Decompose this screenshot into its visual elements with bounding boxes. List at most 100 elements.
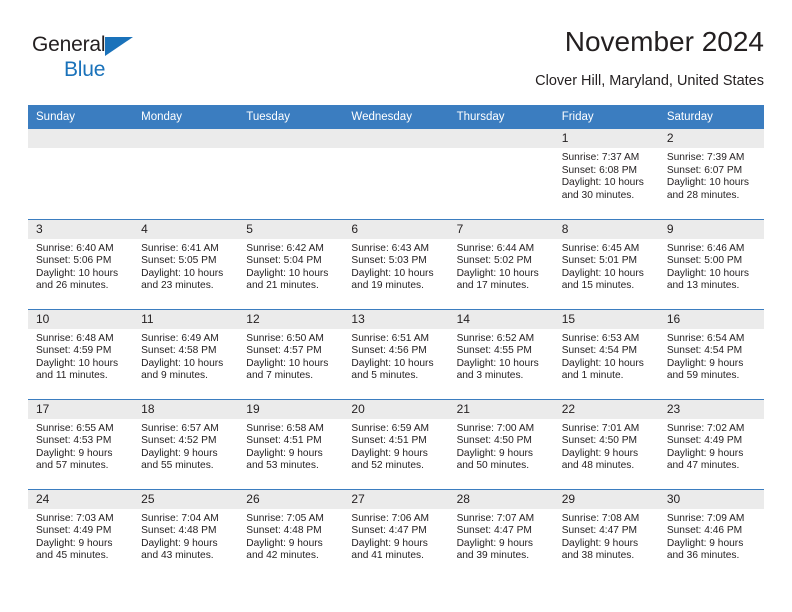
sunset-time: Sunset: 5:05 PM [141,255,217,267]
calendar-day-cell[interactable]: 3 Sunrise: 6:40 AM Sunset: 5:06 PM Daylight… [28,218,134,309]
day-number: 25 [133,489,239,509]
calendar-cell-empty [133,129,239,219]
day-sun-info: Sunrise: 7:09 AM Sunset: 4:46 PM Daylight:… [659,509,764,563]
daylight-duration: Daylight: 10 hours and 19 minutes. [351,267,434,292]
sunset-time: Sunset: 4:54 PM [666,345,743,357]
calendar-day-cell[interactable]: 20 Sunrise: 6:59 AM Sunset: 4:51 PM Dayligh… [343,398,449,489]
sunrise-time: Sunrise: 6:48 AM [36,332,114,344]
sunset-time: Sunset: 5:06 PM [36,255,112,267]
calendar-day-cell[interactable]: 18 Sunrise: 6:57 AM Sunset: 4:52 PM Dayligh… [133,398,239,489]
calendar-day-cell[interactable]: 14 Sunrise: 6:52 AM Sunset: 4:55 PM Dayligh… [448,308,554,399]
sunrise-time: Sunrise: 6:46 AM [666,242,745,254]
calendar-day-cell[interactable]: 29 Sunrise: 7:08 AM Sunset: 4:47 PM Dayligh… [553,488,659,579]
day-number: 3 [28,219,134,239]
calendar-day-cell[interactable]: 24 Sunrise: 7:03 AM Sunset: 4:49 PM Dayligh… [28,488,134,579]
weekday-header-tuesday: Tuesday [238,105,344,129]
day-number [343,129,449,148]
sunset-time: Sunset: 4:59 PM [36,345,112,357]
day-sun-info: Sunrise: 7:39 AM Sunset: 6:07 PM Daylight:… [659,148,764,202]
calendar-day-cell[interactable]: 22 Sunrise: 7:01 AM Sunset: 4:50 PM Dayligh… [553,398,659,489]
sunrise-sunset-calendar: Sunday Monday Tuesday Wednesday Thursday… [28,105,764,579]
weekday-header-thursday: Thursday [448,105,554,129]
calendar-day-cell[interactable]: 30 Sunrise: 7:09 AM Sunset: 4:46 PM Dayligh… [658,488,764,579]
day-number: 11 [133,309,239,329]
sunrise-time: Sunrise: 7:09 AM [666,512,745,524]
day-sun-info: Sunrise: 7:37 AM Sunset: 6:08 PM Daylight:… [554,148,659,202]
day-number: 24 [28,489,134,509]
calendar-day-cell[interactable]: 26 Sunrise: 7:05 AM Sunset: 4:48 PM Dayligh… [238,488,344,579]
day-sun-info: Sunrise: 7:03 AM Sunset: 4:49 PM Daylight:… [28,509,133,563]
day-sun-info: Sunrise: 6:59 AM Sunset: 4:51 PM Daylight:… [343,419,448,473]
calendar-day-cell[interactable]: 21 Sunrise: 7:00 AM Sunset: 4:50 PM Dayligh… [448,398,554,489]
calendar-day-cell[interactable]: 15 Sunrise: 6:53 AM Sunset: 4:54 PM Dayligh… [553,308,659,399]
calendar-day-cell[interactable]: 4 Sunrise: 6:41 AM Sunset: 5:05 PM Daylight… [133,218,239,309]
sunset-time: Sunset: 5:04 PM [246,255,322,267]
sunset-time: Sunset: 4:47 PM [351,525,427,537]
calendar-day-cell[interactable]: 16 Sunrise: 6:54 AM Sunset: 4:54 PM Dayligh… [658,308,764,399]
day-sun-info: Sunrise: 6:48 AM Sunset: 4:59 PM Daylight:… [28,329,133,383]
daylight-duration: Daylight: 10 hours and 1 minute. [561,357,644,382]
calendar-day-cell[interactable]: 8 Sunrise: 6:45 AM Sunset: 5:01 PM Daylight… [553,218,659,309]
calendar-day-cell[interactable]: 19 Sunrise: 6:58 AM Sunset: 4:51 PM Dayligh… [238,398,344,489]
sunset-time: Sunset: 5:02 PM [456,255,532,267]
sunrise-time: Sunrise: 6:54 AM [666,332,745,344]
daylight-duration: Daylight: 9 hours and 38 minutes. [561,537,639,562]
page-subtitle-location: Clover Hill, Maryland, United States [535,73,764,89]
calendar-day-cell[interactable]: 7 Sunrise: 6:44 AM Sunset: 5:02 PM Daylight… [448,218,554,309]
daylight-duration: Daylight: 10 hours and 13 minutes. [666,267,749,292]
calendar-day-cell[interactable]: 25 Sunrise: 7:04 AM Sunset: 4:48 PM Dayligh… [133,488,239,579]
calendar-day-cell[interactable]: 23 Sunrise: 7:02 AM Sunset: 4:49 PM Dayligh… [658,398,764,489]
day-number: 22 [553,399,659,419]
sunset-time: Sunset: 6:07 PM [666,164,743,176]
day-number: 6 [343,219,449,239]
calendar-day-cell[interactable]: 10 Sunrise: 6:48 AM Sunset: 4:59 PM Dayligh… [28,308,134,399]
daylight-duration: Daylight: 10 hours and 5 minutes. [351,357,434,382]
sunrise-time: Sunrise: 6:55 AM [36,422,114,434]
day-number: 16 [658,309,764,329]
calendar-body: 1 Sunrise: 7:37 AM Sunset: 6:08 PM Daylight… [28,129,764,579]
daylight-duration: Daylight: 9 hours and 39 minutes. [456,537,534,562]
day-sun-info: Sunrise: 6:50 AM Sunset: 4:57 PM Daylight:… [238,329,343,383]
day-number: 19 [238,399,344,419]
calendar-page: General Blue November 2024 Clover Hill, … [0,0,792,612]
calendar-week-row: 10 Sunrise: 6:48 AM Sunset: 4:59 PM Dayligh… [28,308,764,399]
sunset-time: Sunset: 4:55 PM [456,345,532,357]
calendar-day-cell[interactable]: 27 Sunrise: 7:06 AM Sunset: 4:47 PM Dayligh… [343,488,449,579]
sunrise-time: Sunrise: 6:50 AM [246,332,324,344]
generalblue-logo[interactable]: General Blue [32,34,144,82]
day-number: 15 [553,309,659,329]
calendar-day-cell[interactable]: 13 Sunrise: 6:51 AM Sunset: 4:56 PM Dayligh… [343,308,449,399]
weekday-header-sunday: Sunday [28,105,134,129]
calendar-day-cell[interactable]: 12 Sunrise: 6:50 AM Sunset: 4:57 PM Dayligh… [238,308,344,399]
calendar-day-cell[interactable]: 6 Sunrise: 6:43 AM Sunset: 5:03 PM Daylight… [343,218,449,309]
calendar-cell-empty [238,129,344,219]
calendar-day-cell[interactable]: 28 Sunrise: 7:07 AM Sunset: 4:47 PM Dayligh… [448,488,554,579]
sunset-time: Sunset: 6:08 PM [561,164,638,176]
day-sun-info: Sunrise: 6:58 AM Sunset: 4:51 PM Daylight:… [238,419,343,473]
day-number: 7 [448,219,554,239]
calendar-day-cell[interactable]: 9 Sunrise: 6:46 AM Sunset: 5:00 PM Daylight… [658,218,764,309]
day-number: 13 [343,309,449,329]
calendar-cell-empty [448,129,554,219]
sunrise-time: Sunrise: 6:42 AM [246,242,324,254]
logo-triangle-icon [105,37,133,56]
weekday-header-saturday: Saturday [658,105,764,129]
sunrise-time: Sunrise: 7:01 AM [561,422,640,434]
sunrise-time: Sunrise: 6:49 AM [141,332,219,344]
calendar-day-cell[interactable]: 17 Sunrise: 6:55 AM Sunset: 4:53 PM Dayligh… [28,398,134,489]
daylight-duration: Daylight: 10 hours and 3 minutes. [456,357,539,382]
daylight-duration: Daylight: 9 hours and 41 minutes. [351,537,428,562]
sunrise-time: Sunrise: 7:07 AM [456,512,535,524]
calendar-day-cell[interactable]: 1 Sunrise: 7:37 AM Sunset: 6:08 PM Daylight… [553,129,659,219]
calendar-day-cell[interactable]: 2 Sunrise: 7:39 AM Sunset: 6:07 PM Daylight… [658,129,764,219]
calendar-day-cell[interactable]: 11 Sunrise: 6:49 AM Sunset: 4:58 PM Dayligh… [133,308,239,399]
day-sun-info: Sunrise: 6:45 AM Sunset: 5:01 PM Daylight:… [554,239,659,293]
sunrise-time: Sunrise: 7:08 AM [561,512,640,524]
sunrise-time: Sunrise: 7:06 AM [351,512,430,524]
day-sun-info: Sunrise: 6:40 AM Sunset: 5:06 PM Daylight:… [28,239,133,293]
sunset-time: Sunset: 4:52 PM [141,435,217,447]
day-sun-info: Sunrise: 6:42 AM Sunset: 5:04 PM Daylight:… [238,239,343,293]
calendar-day-cell[interactable]: 5 Sunrise: 6:42 AM Sunset: 5:04 PM Daylight… [238,218,344,309]
day-number: 21 [448,399,554,419]
sunset-time: Sunset: 4:49 PM [36,525,112,537]
